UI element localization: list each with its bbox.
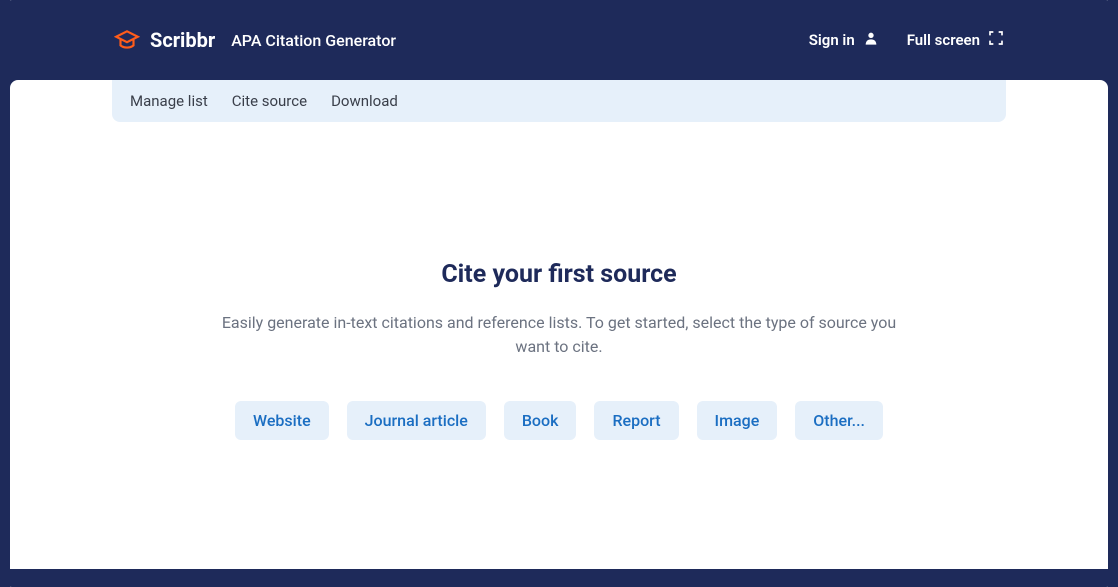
chip-report[interactable]: Report <box>594 401 678 440</box>
app-title: APA Citation Generator <box>231 31 396 50</box>
header: Scribbr APA Citation Generator Sign in F… <box>0 0 1118 80</box>
brand-name: Scribbr <box>150 28 215 52</box>
full-screen-label: Full screen <box>907 31 980 49</box>
frame-bottom <box>0 569 1118 587</box>
tabs-bar: Manage list Cite source Download <box>112 80 1006 122</box>
source-type-chips: Website Journal article Book Report Imag… <box>235 401 883 440</box>
sign-in-label: Sign in <box>809 31 855 49</box>
chip-journal-article[interactable]: Journal article <box>347 401 486 440</box>
chip-image[interactable]: Image <box>697 401 778 440</box>
chip-other[interactable]: Other... <box>795 401 883 440</box>
brand[interactable]: Scribbr APA Citation Generator <box>114 27 396 53</box>
main-content: Cite your first source Easily generate i… <box>10 140 1108 569</box>
tab-cite-source[interactable]: Cite source <box>232 92 307 110</box>
page-headline: Cite your first source <box>441 260 676 289</box>
chip-book[interactable]: Book <box>504 401 577 440</box>
fullscreen-icon <box>988 30 1004 50</box>
full-screen-button[interactable]: Full screen <box>907 30 1004 50</box>
tab-manage-list[interactable]: Manage list <box>130 92 208 110</box>
tab-download[interactable]: Download <box>331 92 398 110</box>
scribbr-logo-icon <box>114 27 140 53</box>
header-actions: Sign in Full screen <box>809 30 1004 50</box>
sign-in-button[interactable]: Sign in <box>809 30 879 50</box>
user-icon <box>863 30 879 50</box>
page-subtext: Easily generate in-text citations and re… <box>209 311 909 359</box>
chip-website[interactable]: Website <box>235 401 329 440</box>
